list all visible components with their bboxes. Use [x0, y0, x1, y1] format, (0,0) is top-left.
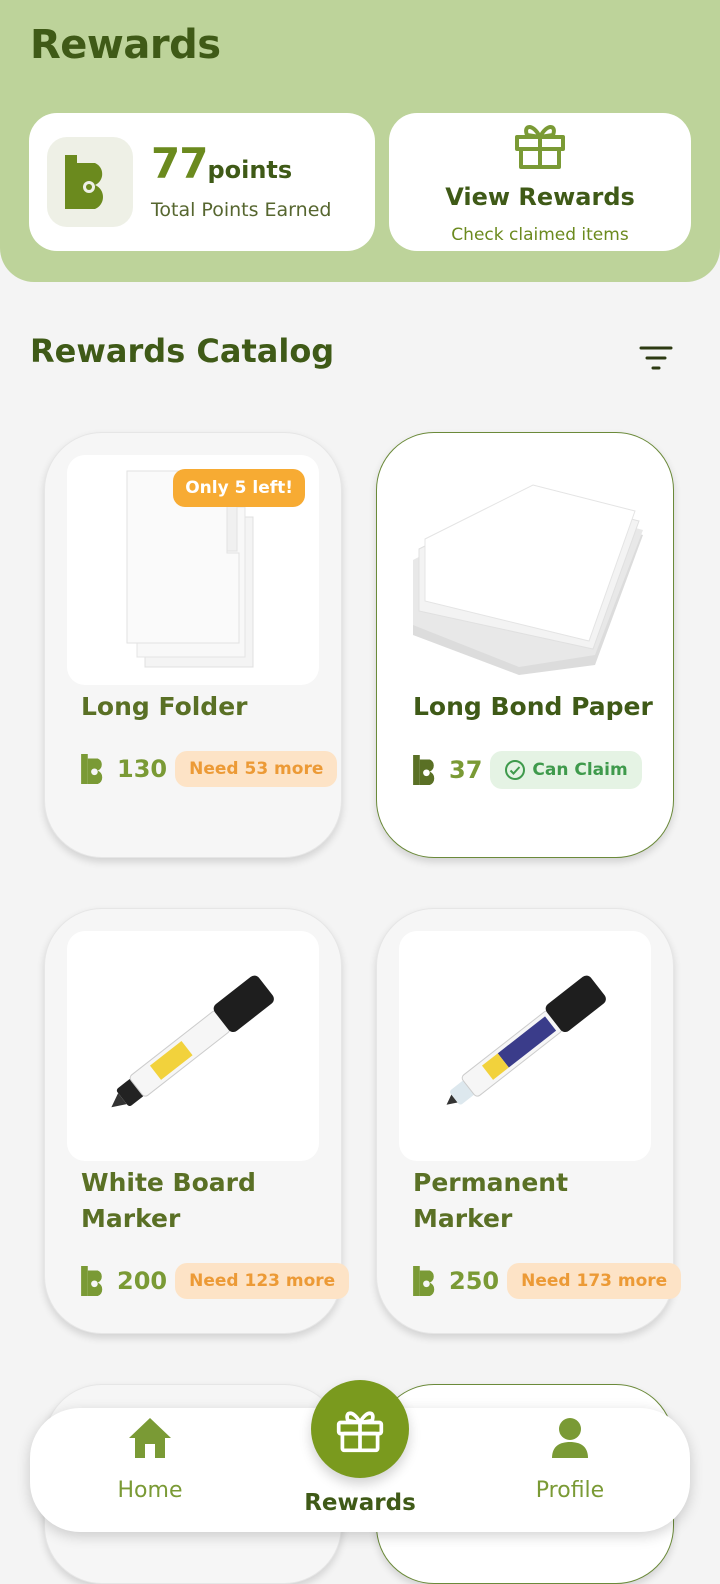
price-row: 250 Need 173 more — [413, 1263, 682, 1299]
points-card: 77points Total Points Earned — [29, 113, 375, 251]
points-caption: Total Points Earned — [151, 199, 332, 221]
claim-badge[interactable]: Can Claim — [490, 751, 642, 789]
status-badge: Need 53 more — [175, 751, 338, 787]
check-circle-icon — [505, 760, 526, 780]
nav-home-label: Home — [117, 1478, 183, 1503]
gift-icon — [336, 1411, 384, 1453]
product-card-white-board-marker[interactable]: White Board Marker 200 Need 123 more — [44, 908, 350, 1334]
bottom-nav: Home Rewards Profile — [30, 1380, 690, 1532]
profile-icon — [552, 1418, 588, 1458]
status-badge: Need 173 more — [507, 1263, 682, 1299]
nav-profile[interactable]: Profile — [500, 1416, 640, 1503]
product-image-marker — [67, 931, 319, 1161]
claim-label: Can Claim — [532, 760, 628, 780]
filter-icon[interactable] — [638, 344, 674, 372]
product-name: Permanent Marker — [413, 1168, 569, 1233]
view-rewards-subtitle: Check claimed items — [451, 225, 629, 245]
stock-badge: Only 5 left! — [173, 469, 305, 507]
product-image-marker — [399, 931, 651, 1161]
price-row: 37 Can Claim — [413, 751, 642, 789]
nav-rewards-button[interactable] — [311, 1380, 409, 1478]
nav-home[interactable]: Home — [80, 1416, 220, 1503]
product-name: Long Folder — [81, 692, 248, 721]
nav-profile-label: Profile — [535, 1478, 605, 1503]
product-price: 130 — [117, 755, 168, 783]
product-name: White Board Marker — [81, 1168, 256, 1233]
product-price: 200 — [117, 1267, 168, 1295]
page-title: Rewards — [30, 22, 221, 68]
logo-b-icon — [65, 155, 103, 209]
points-value: 77 — [151, 139, 208, 188]
gift-icon — [515, 125, 565, 169]
view-rewards-title: View Rewards — [445, 183, 635, 211]
logo-tile — [47, 137, 133, 227]
logo-b-icon — [81, 754, 103, 784]
nav-rewards[interactable]: Rewards — [290, 1490, 430, 1516]
price-row: 130 Need 53 more — [81, 751, 338, 787]
rewards-header: Rewards 77points Total Points Earned Vie… — [0, 0, 720, 282]
view-rewards-card[interactable]: View Rewards Check claimed items — [389, 113, 691, 251]
product-card-long-bond-paper[interactable]: Long Bond Paper 37 Can Claim — [376, 432, 674, 858]
product-card-long-folder[interactable]: Only 5 left! Long Folder 130 Need 53 mor… — [44, 432, 342, 858]
points-total: 77points — [151, 139, 292, 188]
status-badge: Need 123 more — [175, 1263, 350, 1299]
catalog-title: Rewards Catalog — [30, 332, 335, 370]
product-image-folder: Only 5 left! — [67, 455, 319, 685]
points-unit: points — [207, 156, 293, 184]
price-row: 200 Need 123 more — [81, 1263, 350, 1299]
nav-rewards-label: Rewards — [304, 1490, 416, 1516]
product-price: 37 — [449, 756, 483, 784]
product-card-permanent-marker[interactable]: Permanent Marker 250 Need 173 more — [376, 908, 682, 1334]
home-icon — [129, 1418, 171, 1458]
logo-b-icon — [413, 755, 435, 785]
product-name: Long Bond Paper — [413, 692, 653, 721]
product-price: 250 — [449, 1267, 500, 1295]
product-image-paper — [399, 455, 651, 685]
logo-b-icon — [81, 1266, 103, 1296]
logo-b-icon — [413, 1266, 435, 1296]
